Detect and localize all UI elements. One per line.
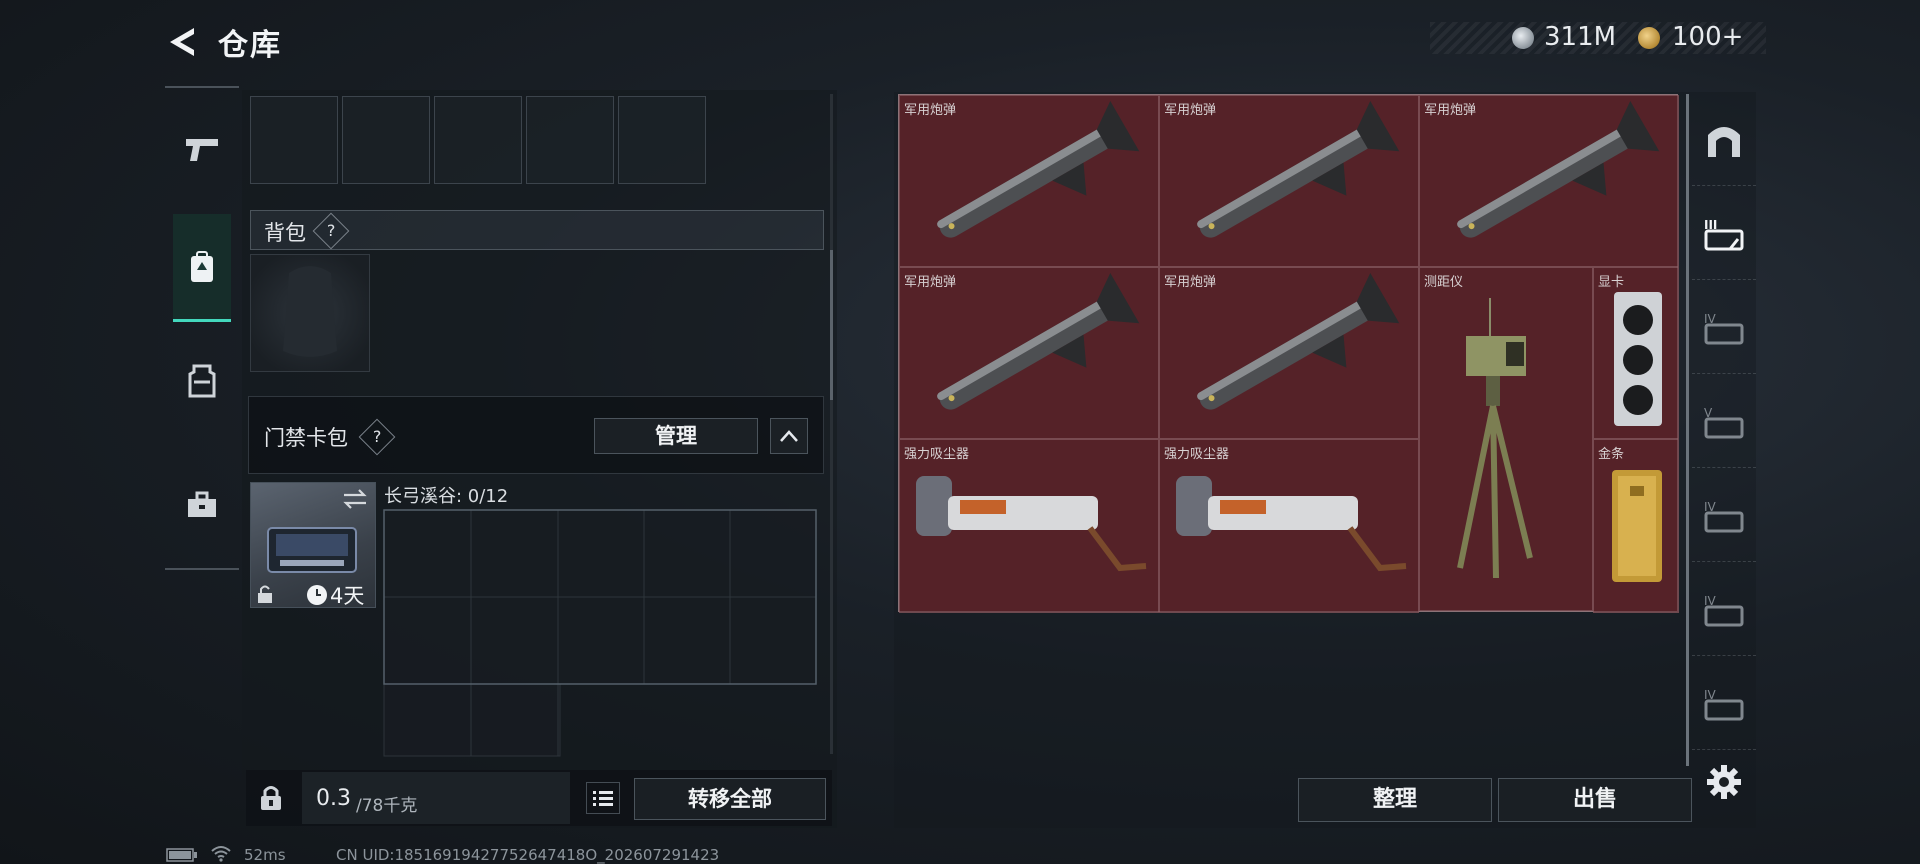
keycase-days-left: 4天 <box>330 584 365 608</box>
item-label: 军用炮弹 <box>904 103 957 118</box>
stash-item-missile[interactable]: 军用炮弹 <box>899 95 1159 267</box>
stash-item-missile[interactable]: 军用炮弹 <box>1159 267 1419 439</box>
back-arrow-icon <box>170 28 194 56</box>
rangefinder-icon <box>1457 298 1533 579</box>
right-scrollbar-thumb[interactable] <box>1686 94 1689 766</box>
stash-grid: 军用炮弹 军用炮弹 军用炮弹 军用炮弹 军用炮弹 测距仪 显卡 强力吸尘器 强力… <box>898 94 1679 613</box>
item-label: 强力吸尘器 <box>1164 447 1230 462</box>
item-label: 军用炮弹 <box>1424 103 1477 118</box>
item-label: 金条 <box>1598 447 1625 462</box>
pistol-icon <box>186 139 218 161</box>
stash-item-missile[interactable]: 军用炮弹 <box>1419 95 1679 267</box>
stash-tab-4-icon: IV <box>1704 312 1744 344</box>
stash-tab-3[interactable]: IV <box>1692 284 1756 374</box>
silver-currency-value: 311M <box>1544 22 1617 52</box>
item-label: 军用炮弹 <box>1164 275 1217 290</box>
stash-item-missile[interactable]: 军用炮弹 <box>1159 95 1419 267</box>
stash-arch-icon <box>1708 126 1740 157</box>
user-uid: CN UID:18516919427752647418O_20260729142… <box>336 846 720 864</box>
vest-icon <box>188 364 216 398</box>
stash-tab-5-icon: V <box>1704 406 1744 438</box>
swap-icon[interactable] <box>342 488 368 510</box>
keycard-grid[interactable] <box>382 508 822 758</box>
sell-button[interactable]: 出售 <box>1498 778 1692 822</box>
stash-tab-6-icon: IV <box>1704 500 1744 532</box>
collapse-button[interactable] <box>770 418 808 454</box>
list-view-button[interactable] <box>586 782 620 814</box>
missile-icon <box>1197 273 1400 410</box>
stash-tab-1[interactable] <box>1692 96 1756 186</box>
item-label: 测距仪 <box>1424 275 1464 290</box>
chevron-up-icon <box>780 430 798 442</box>
nav-backpack[interactable] <box>173 214 231 322</box>
backpack-icon <box>191 250 213 282</box>
equip-slot[interactable] <box>618 96 706 184</box>
missile-icon <box>937 273 1140 410</box>
nav-weapon[interactable] <box>173 120 231 178</box>
stash-item-missile[interactable]: 军用炮弹 <box>899 267 1159 439</box>
stash-tab-5[interactable]: IV <box>1692 472 1756 562</box>
item-label: 军用炮弹 <box>904 275 957 290</box>
left-category-nav <box>165 86 239 570</box>
wifi-icon <box>211 846 231 862</box>
nav-vest[interactable] <box>173 352 231 410</box>
weight-capacity: /78千克 <box>356 796 418 816</box>
missile-icon <box>1197 101 1400 238</box>
left-scrollbar-thumb[interactable] <box>830 250 833 400</box>
weight-current: 0.3 <box>316 786 351 811</box>
gpu-icon <box>1614 292 1662 426</box>
organize-button[interactable]: 整理 <box>1298 778 1492 822</box>
backpack-silhouette-icon <box>283 266 337 357</box>
equip-slot[interactable] <box>342 96 430 184</box>
stash-item-gold-bar[interactable]: 金条 <box>1593 439 1679 613</box>
stash-tab-7[interactable]: IV <box>1692 660 1756 750</box>
keycard-label: 门禁卡包 <box>264 426 348 450</box>
padlock-icon[interactable] <box>258 784 284 812</box>
item-label: 强力吸尘器 <box>904 447 970 462</box>
stash-tab-3-icon: III <box>1704 218 1744 250</box>
manage-button[interactable]: 管理 <box>594 418 758 454</box>
stash-item-vacuum[interactable]: 强力吸尘器 <box>1159 439 1419 613</box>
equip-slot[interactable] <box>250 96 338 184</box>
briefcase-icon <box>188 491 216 517</box>
stash-tab-7-icon: IV <box>1704 594 1744 626</box>
transfer-all-button[interactable]: 转移全部 <box>634 778 826 820</box>
item-label: 军用炮弹 <box>1164 103 1217 118</box>
back-button[interactable] <box>164 22 204 62</box>
left-scrollbar[interactable] <box>830 94 833 754</box>
gear-icon[interactable] <box>1706 764 1742 800</box>
list-icon <box>593 791 613 806</box>
clock-icon <box>307 585 327 605</box>
gold-coin-icon <box>1638 27 1660 49</box>
stash-item-gpu[interactable]: 显卡 <box>1593 267 1679 439</box>
stash-tab-4[interactable]: V <box>1692 378 1756 468</box>
vacuum-icon <box>916 476 1147 572</box>
lock-icon <box>258 585 272 603</box>
nav-case[interactable] <box>173 476 231 534</box>
item-label: 显卡 <box>1598 275 1625 290</box>
ping-value: 52ms <box>244 846 286 864</box>
gold-bar-icon <box>1612 470 1662 582</box>
stash-tab-6[interactable]: IV <box>1692 566 1756 656</box>
gold-currency-value: 100+ <box>1672 22 1744 52</box>
page-title: 仓库 <box>218 28 282 63</box>
missile-icon <box>1457 101 1660 238</box>
backpack-label: 背包 <box>264 221 306 245</box>
stash-item-rangefinder[interactable]: 测距仪 <box>1419 267 1593 611</box>
silver-coin-icon <box>1512 27 1534 49</box>
missile-icon <box>937 101 1140 238</box>
stash-item-vacuum[interactable]: 强力吸尘器 <box>899 439 1159 613</box>
vacuum-icon <box>1176 476 1407 572</box>
equip-slot[interactable] <box>526 96 614 184</box>
keycard-grid-title: 长弓溪谷: 0/12 <box>384 486 509 507</box>
stash-tab-2[interactable]: III <box>1692 190 1756 280</box>
stash-tab-8-icon: IV <box>1704 688 1744 720</box>
backpack-slot[interactable] <box>250 254 370 372</box>
battery-icon <box>166 848 197 862</box>
equip-slot[interactable] <box>434 96 522 184</box>
keycard-case-icon <box>267 527 357 573</box>
